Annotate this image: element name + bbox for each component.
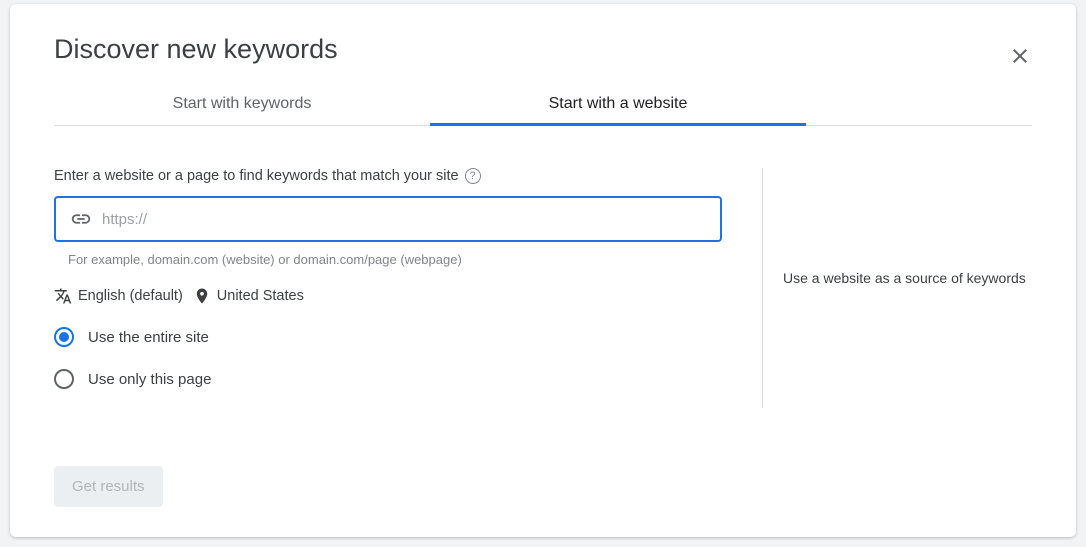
link-icon	[70, 208, 92, 230]
main-column: Enter a website or a page to find keywor…	[54, 168, 762, 408]
url-field-label: Enter a website or a page to find keywor…	[54, 168, 459, 184]
url-field-hint: For example, domain.com (website) or dom…	[68, 252, 722, 267]
sidebar-info: Use a website as a source of keywords	[762, 168, 1032, 408]
translate-icon	[54, 287, 72, 305]
radio-only-page-label: Use only this page	[88, 371, 211, 388]
url-field-label-row: Enter a website or a page to find keywor…	[54, 168, 722, 184]
footer: Get results	[54, 466, 1032, 507]
scope-radio-group: Use the entire site Use only this page	[54, 327, 722, 389]
radio-entire-site-label: Use the entire site	[88, 329, 209, 346]
radio-icon	[54, 327, 74, 347]
page-title: Discover new keywords	[54, 34, 1032, 65]
get-results-button[interactable]: Get results	[54, 466, 163, 507]
content-columns: Enter a website or a page to find keywor…	[54, 168, 1032, 408]
radio-icon	[54, 369, 74, 389]
tab-website[interactable]: Start with a website	[430, 83, 806, 125]
radio-entire-site[interactable]: Use the entire site	[54, 327, 722, 347]
close-icon	[1008, 44, 1032, 68]
url-input[interactable]	[102, 211, 706, 228]
tabs-bar: Start with keywords Start with a website	[54, 83, 1032, 126]
location-label: United States	[217, 288, 304, 304]
url-input-wrapper[interactable]	[54, 196, 722, 242]
close-button[interactable]	[1008, 44, 1032, 73]
tab-keywords[interactable]: Start with keywords	[54, 83, 430, 125]
help-icon[interactable]: ?	[465, 168, 481, 184]
radio-only-page[interactable]: Use only this page	[54, 369, 722, 389]
sidebar-info-text: Use a website as a source of keywords	[783, 268, 1032, 289]
language-selector[interactable]: English (default)	[54, 287, 183, 305]
keyword-planner-card: Discover new keywords Start with keyword…	[10, 4, 1076, 537]
language-label: English (default)	[78, 288, 183, 304]
meta-row: English (default) United States	[54, 287, 722, 305]
location-icon	[193, 287, 211, 305]
location-selector[interactable]: United States	[193, 287, 304, 305]
